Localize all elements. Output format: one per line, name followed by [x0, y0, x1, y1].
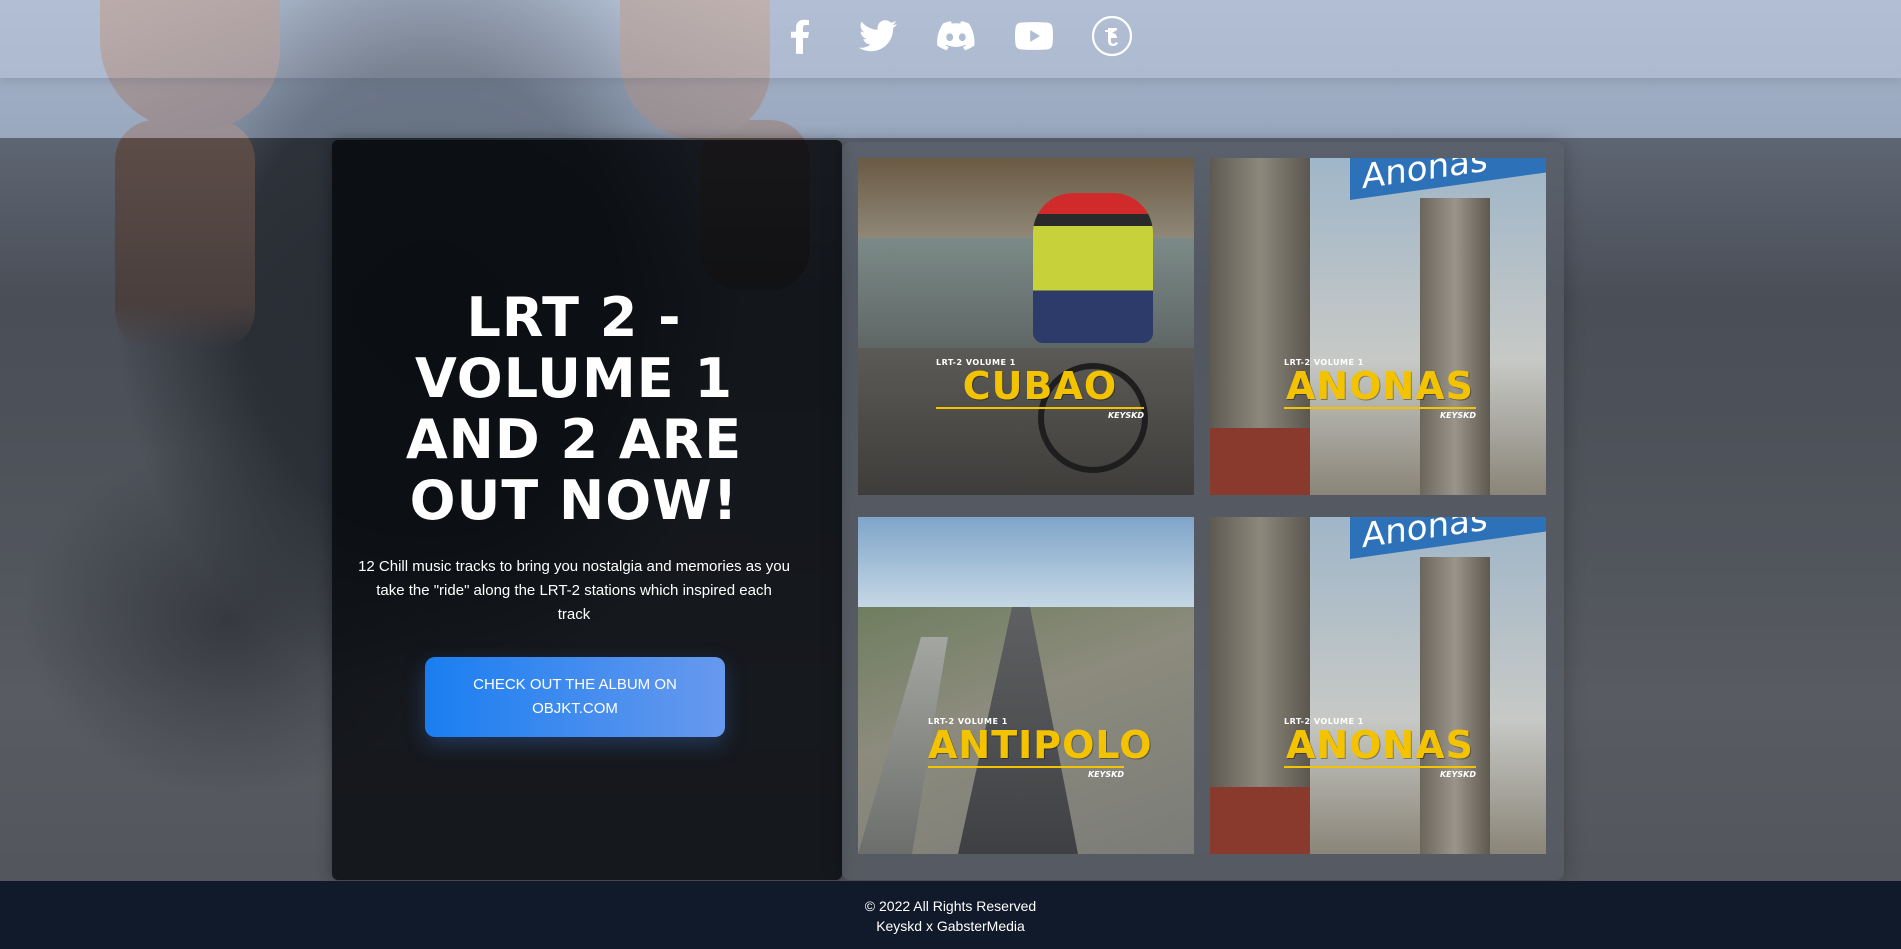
facebook-icon[interactable] — [776, 16, 824, 56]
tile-artist: KEYSKD — [1439, 770, 1476, 779]
footer-copyright: © 2022 All Rights Reserved — [864, 898, 1037, 914]
pillar — [1420, 198, 1490, 495]
tile-artist: KEYSKD — [1087, 770, 1124, 779]
header-band — [0, 78, 1901, 138]
tile-artist: KEYSKD — [1107, 411, 1144, 420]
footer-credit: Keyskd x GabsterMedia — [876, 918, 1025, 934]
album-tile-cubao[interactable]: LRT-2 VOLUME 1 CUBAO KEYSKD — [858, 158, 1194, 495]
check-out-album-button[interactable]: CHECK OUT THE ALBUM ON OBJKT.COM — [425, 657, 725, 737]
pillar-band — [1210, 428, 1310, 495]
tile-caption: LRT-2 VOLUME 1 ANONAS KEYSKD — [1210, 358, 1546, 420]
twitter-icon[interactable] — [854, 16, 902, 56]
tile-station: ANONAS — [1285, 364, 1475, 408]
tile-caption: LRT-2 VOLUME 1 ANONAS KEYSKD — [1210, 717, 1546, 779]
tile-station: ANONAS — [1285, 723, 1475, 767]
discord-icon[interactable] — [932, 16, 980, 56]
social-links — [776, 15, 1136, 57]
tezos-icon[interactable] — [1088, 15, 1136, 57]
album-tile-anonas[interactable]: Anonas LRT-2 VOLUME 1 ANONAS KEYSKD — [1210, 517, 1546, 854]
hero-headline: LRT 2 - VOLUME 1 AND 2 ARE OUT NOW! — [405, 286, 743, 532]
hero-description: 12 Chill music tracks to bring you nosta… — [358, 558, 790, 623]
tile-station: CUBAO — [962, 364, 1118, 408]
header-bar — [0, 0, 1901, 78]
album-tile-anonas[interactable]: Anonas LRT-2 VOLUME 1 ANONAS KEYSKD — [1210, 158, 1546, 495]
tile-caption: LRT-2 VOLUME 1 CUBAO KEYSKD — [858, 358, 1194, 420]
footer: © 2022 All Rights Reserved Keyskd x Gabs… — [0, 881, 1901, 949]
tile-station: ANTIPOLO — [928, 723, 1153, 767]
pillar — [1420, 557, 1490, 854]
cyclist-figure — [1033, 193, 1153, 343]
pillar-band — [1210, 787, 1310, 854]
album-tile-antipolo[interactable]: LRT-2 VOLUME 1 ANTIPOLO KEYSKD — [858, 517, 1194, 854]
youtube-icon[interactable] — [1010, 16, 1058, 56]
tile-photo — [858, 517, 1194, 607]
tile-caption: LRT-2 VOLUME 1 ANTIPOLO KEYSKD — [858, 717, 1194, 779]
tile-artist: KEYSKD — [1439, 411, 1476, 420]
